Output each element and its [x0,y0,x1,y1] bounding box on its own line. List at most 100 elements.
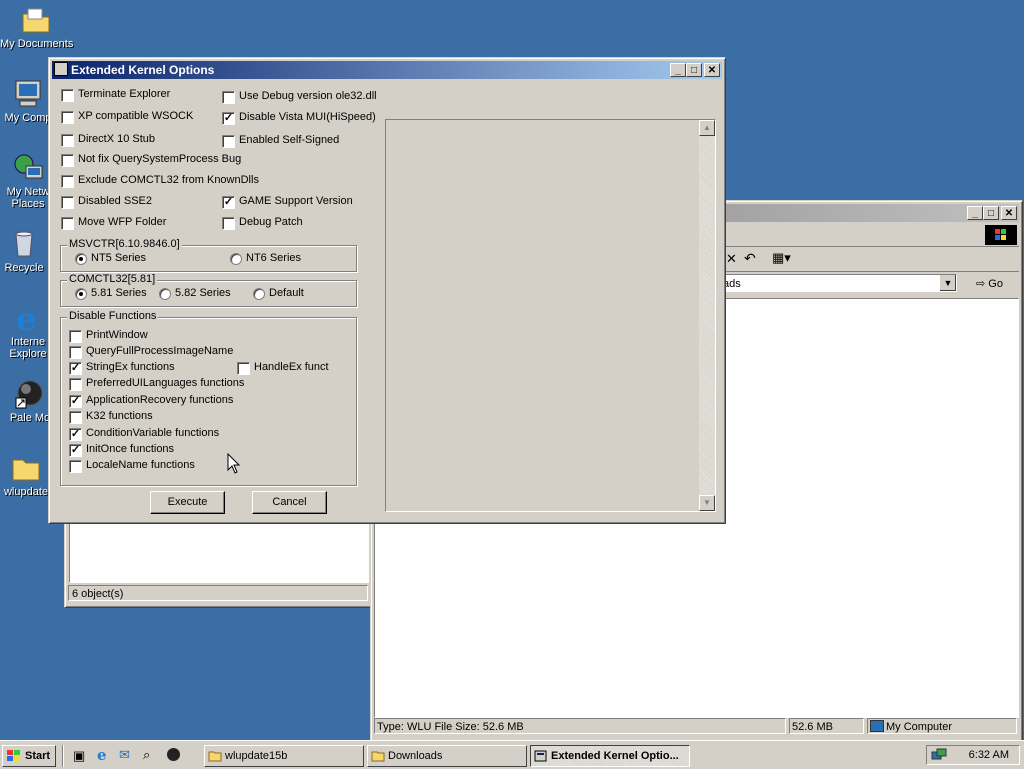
close-button[interactable]: ✕ [704,63,720,77]
explorer-window-wlupdate[interactable]: 6 object(s) [64,510,374,608]
app-icon [54,62,68,76]
show-desktop-icon[interactable]: ▣ [73,748,85,764]
checkbox-label: Debug Patch [239,216,303,228]
maximize-button[interactable]: □ [686,63,702,77]
radio-nt5-series[interactable] [75,253,87,265]
maximize-button[interactable]: □ [983,206,999,220]
radio-nt6-series[interactable] [230,253,242,265]
checkbox-terminate-explorer[interactable] [61,89,74,102]
address-input[interactable]: ads ▼ [719,274,957,292]
vertical-scrollbar[interactable]: ▲ ▼ [699,120,715,511]
output-pane[interactable]: ▲ ▼ [385,119,716,512]
checkbox-not-fix-querysystemprocess-bug[interactable] [61,154,74,167]
status-type-size: Type: WLU File Size: 52.6 MB [374,718,786,734]
checkbox-label: Enabled Self-Signed [239,134,340,146]
execute-button[interactable]: Execute [150,491,225,514]
taskbar: Start ▣ e ✉ ⌕ wlupdate15b Downloads Exte… [0,740,1024,769]
disable-functions-title: Disable Functions [67,310,159,322]
outlook-express-icon[interactable]: ✉ [119,747,130,763]
status-object-count: 6 object(s) [72,588,124,600]
checkbox-label: XP compatible WSOCK [78,110,194,122]
radio-label: 5.82 Series [175,287,231,299]
radio-label: NT6 Series [246,252,302,264]
checkbox-initonce-functions[interactable]: ✓ [69,444,82,457]
search-icon[interactable]: ⌕ [143,747,150,763]
checkbox-handleex-functions[interactable] [237,362,250,375]
checkbox-label: PrintWindow [86,329,148,341]
radio-label: Default [269,287,304,299]
windows-logo-icon [985,225,1017,245]
recycle-bin-icon [8,228,40,260]
checkbox-game-support-version[interactable]: ✓ [222,196,235,209]
close-button[interactable]: ✕ [1001,206,1017,220]
app-icon [534,749,548,762]
taskbar-item-extended-kernel-options[interactable]: Extended Kernel Optio... [530,745,690,767]
checkbox-preferreduilanguages-functions[interactable] [69,378,82,391]
msvcrt-group: MSVCTR[6.10.9846.0] NT5 Series NT6 Serie… [60,238,357,272]
undo-icon[interactable]: ↶ [744,250,756,267]
desktop-icon-my-documents[interactable]: My Documents [0,4,73,50]
disable-functions-group: Disable Functions HandleEx funct PrintWi… [60,310,357,486]
radio-582-series[interactable] [159,288,171,300]
scroll-up-button[interactable]: ▲ [699,120,715,136]
cancel-button[interactable]: Cancel [252,491,327,514]
checkbox-label: QueryFullProcessImageName [86,345,234,357]
checkbox-label: GAME Support Version [239,195,353,207]
internet-explorer-quick-icon[interactable]: e [97,746,107,764]
address-dropdown-button[interactable]: ▼ [939,275,956,291]
radio-label: NT5 Series [91,252,147,264]
pale-moon-quick-icon[interactable] [167,748,180,761]
radio-default[interactable] [253,288,265,300]
scroll-down-button[interactable]: ▼ [699,495,715,511]
mouse-cursor-icon [227,453,241,474]
folder-icon [208,749,222,762]
go-button[interactable]: ⇨ Go [976,275,1016,293]
radio-581-series[interactable] [75,288,87,300]
go-arrow-icon: ⇨ [976,278,986,290]
checkbox-conditionvariable-functions[interactable]: ✓ [69,428,82,441]
checkbox-applicationrecovery-functions[interactable]: ✓ [69,395,82,408]
checkbox-label: Disabled SSE2 [78,195,152,207]
taskbar-item-wlupdate15b[interactable]: wlupdate15b [204,745,364,767]
checkbox-enabled-self-signed[interactable] [222,135,235,148]
checkbox-xp-compatible-wsock[interactable] [61,111,74,124]
comctl32-group-title: COMCTL32[5.81] [67,273,158,285]
checkbox-move-wfp-folder[interactable] [61,217,74,230]
computer-icon [12,78,44,110]
start-button[interactable]: Start [2,745,56,767]
status-size: 52.6 MB [789,718,864,734]
checkbox-label: DirectX 10 Stub [78,133,156,145]
minimize-button[interactable]: _ [967,206,983,220]
checkbox-k32-functions[interactable] [69,411,82,424]
dialog-titlebar[interactable]: Extended Kernel Options _ □ ✕ [52,61,722,79]
checkbox-localename-functions[interactable] [69,460,82,473]
checkbox-label: Exclude COMCTL32 from KnownDlls [78,174,259,186]
checkbox-exclude-comctl32-from-knowndlls[interactable] [61,175,74,188]
checkbox-disabled-sse2[interactable] [61,196,74,209]
checkbox-label: K32 functions [86,410,153,422]
msvcrt-group-title: MSVCTR[6.10.9846.0] [67,238,182,250]
start-label: Start [25,750,51,762]
pale-moon-icon [14,378,46,410]
folder-icon [371,749,385,762]
my-computer-small-icon [870,720,884,732]
extended-kernel-options-dialog[interactable]: Extended Kernel Options _ □ ✕ MSVCTR[6.1… [48,57,726,524]
clock[interactable]: 6:32 AM [969,749,1009,761]
checkbox-directx-10-stub[interactable] [61,134,74,147]
dialog-title: Extended Kernel Options [71,63,215,77]
checkbox-stringex-functions[interactable]: ✓ [69,362,82,375]
go-label: Go [988,278,1003,290]
close-icon[interactable]: ✕ [726,251,737,267]
views-icon[interactable]: ▦▾ [772,250,791,266]
taskbar-item-downloads[interactable]: Downloads [367,745,527,767]
network-tray-icon[interactable] [931,748,947,760]
checkbox-disable-vista-mui-hispeed[interactable]: ✓ [222,112,235,125]
status-zone: My Computer [867,718,1017,734]
checkbox-queryfullprocessimagename[interactable] [69,346,82,359]
windows-flag-icon [6,749,20,761]
checkbox-use-debug-version-ole32-dll[interactable] [222,91,235,104]
checkbox-printwindow[interactable] [69,330,82,343]
checkbox-label: Terminate Explorer [78,88,171,100]
minimize-button[interactable]: _ [670,63,686,77]
checkbox-debug-patch[interactable] [222,217,235,230]
